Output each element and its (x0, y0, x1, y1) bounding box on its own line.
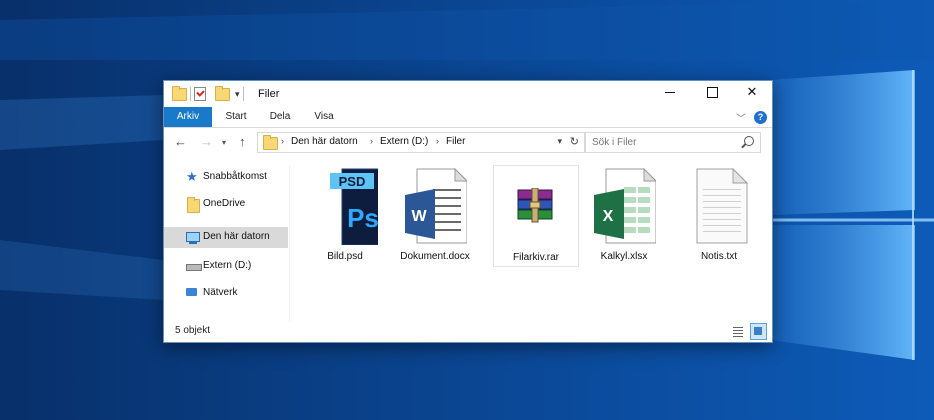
file-name: Filarkiv.rar (513, 252, 559, 263)
breadcrumb-separator-icon[interactable]: › (436, 136, 439, 146)
excel-mark: X (603, 208, 614, 225)
toolbar-separator (242, 87, 244, 101)
close-button[interactable]: ✕ (732, 81, 772, 103)
breadcrumb-extern-d[interactable]: Extern (D:) (380, 136, 428, 147)
file-explorer-window: ▾ Filer ✕ Arkiv Start Dela Visa ﹀ ? ← → … (163, 80, 773, 343)
address-dropdown-icon[interactable]: ▾ (557, 136, 562, 147)
file-name: Bild.psd (327, 251, 363, 262)
search-box[interactable] (585, 132, 761, 153)
sidebar-item-extern-d[interactable]: Extern (D:) (164, 256, 288, 277)
large-icons-view-icon[interactable] (750, 323, 767, 340)
toolbar-separator (190, 87, 191, 101)
search-input[interactable] (592, 135, 732, 149)
sidebar-item-label: Den här datorn (203, 231, 270, 242)
word-mark: W (411, 208, 427, 225)
word-document-icon: W (405, 167, 467, 244)
tab-arkiv[interactable]: Arkiv (164, 107, 212, 127)
sidebar-item-den-har-datorn[interactable]: Den här datorn (164, 227, 288, 248)
sidebar-item-onedrive[interactable]: OneDrive (164, 194, 288, 215)
sidebar-item-natverk[interactable]: Nätverk (164, 283, 288, 304)
file-list: PSD Ps Bild.psd W Dokument.docx Filarkiv… (297, 165, 767, 325)
back-button[interactable]: ← (174, 134, 187, 149)
up-button[interactable]: ↑ (239, 134, 246, 149)
network-icon (186, 288, 197, 296)
text-file-icon (696, 167, 749, 244)
sidebar-item-label: Nätverk (203, 287, 238, 298)
sidebar-item-snabbatkomst[interactable]: ★ Snabbåtkomst (164, 167, 288, 188)
title-bar[interactable]: ▾ Filer ✕ (164, 81, 772, 107)
file-item-bild-psd[interactable]: PSD Ps Bild.psd (303, 165, 387, 265)
window-title: Filer (258, 88, 280, 100)
search-icon[interactable] (744, 136, 754, 146)
quick-access-toolbar: ▾ (172, 85, 244, 102)
folder-icon (263, 135, 278, 150)
rar-archive-icon (517, 188, 553, 223)
forward-button[interactable]: → (200, 134, 213, 149)
file-item-kalkyl-xlsx[interactable]: X Kalkyl.xlsx (582, 165, 666, 265)
excel-spreadsheet-icon: X (594, 167, 656, 244)
star-icon: ★ (186, 169, 198, 184)
customize-toolbar-arrow-icon[interactable]: ▾ (235, 89, 240, 100)
file-name: Kalkyl.xlsx (600, 251, 648, 262)
sidebar-item-label: OneDrive (203, 198, 246, 209)
properties-icon[interactable] (194, 87, 206, 101)
photoshop-file-icon: PSD Ps (330, 168, 378, 245)
expand-ribbon-chevron-icon[interactable]: ﹀ (736, 110, 746, 125)
new-folder-icon[interactable] (215, 85, 230, 101)
ps-mark: Ps (347, 203, 378, 233)
folder-icon (187, 197, 200, 213)
minimize-icon (665, 91, 675, 93)
sidebar-item-label: Snabbåtkomst (203, 171, 267, 182)
folder-icon (172, 85, 187, 101)
refresh-icon[interactable]: ↻ (570, 135, 579, 148)
minimize-button[interactable] (650, 81, 690, 103)
navigation-pane: ★ Snabbåtkomst OneDrive Den här datorn E… (164, 165, 290, 321)
psd-badge-text: PSD (339, 174, 366, 189)
breadcrumb-filer[interactable]: Filer (446, 136, 465, 147)
help-icon[interactable]: ? (754, 111, 767, 124)
file-name: Notis.txt (700, 251, 738, 262)
tab-visa[interactable]: Visa (304, 107, 344, 127)
address-bar[interactable]: › Den här datorn › Extern (D:) › Filer ▾… (257, 132, 585, 153)
file-item-notis-txt[interactable]: Notis.txt (677, 165, 761, 265)
drive-icon (186, 264, 202, 271)
ribbon-tabs: Arkiv Start Dela Visa ﹀ ? (164, 107, 772, 128)
maximize-button[interactable] (692, 81, 732, 103)
file-name: Dokument.docx (400, 251, 470, 262)
file-item-filarkiv-rar[interactable]: Filarkiv.rar (493, 165, 579, 267)
sidebar-item-label: Extern (D:) (203, 260, 252, 271)
breadcrumb-separator-icon[interactable]: › (370, 136, 373, 146)
file-item-dokument-docx[interactable]: W Dokument.docx (393, 165, 477, 265)
recent-locations-chevron-icon[interactable]: ▾ (222, 138, 226, 147)
status-bar: 5 objekt (164, 322, 772, 342)
breadcrumb-separator-icon[interactable]: › (281, 136, 284, 146)
item-count: 5 objekt (175, 325, 211, 336)
details-view-icon[interactable] (731, 324, 745, 338)
close-icon: ✕ (746, 84, 758, 99)
navigation-bar: ← → ▾ ↑ › Den här datorn › Extern (D:) ›… (164, 129, 772, 155)
breadcrumb-den-har-datorn[interactable]: Den här datorn (291, 136, 358, 147)
tab-dela[interactable]: Dela (260, 107, 300, 127)
maximize-icon (706, 86, 718, 98)
tab-start[interactable]: Start (216, 107, 256, 127)
computer-icon (186, 232, 200, 244)
